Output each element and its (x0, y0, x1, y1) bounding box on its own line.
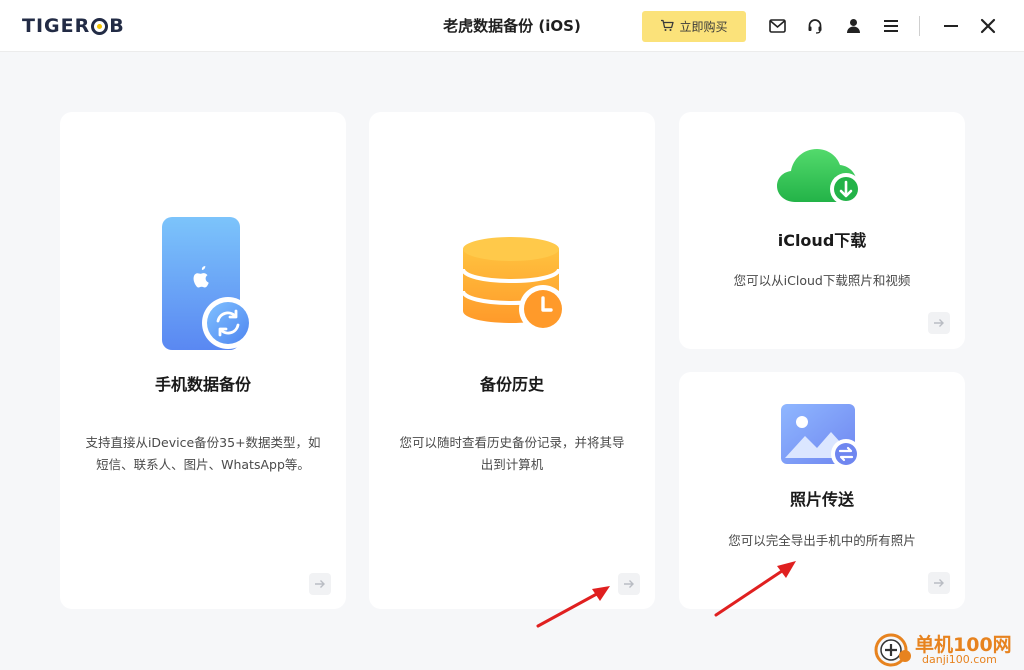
minimize-icon[interactable] (941, 16, 961, 36)
logo-ring-icon (91, 17, 109, 35)
title-bar: TIGER B 老虎数据备份 (iOS) 立即购买 (0, 0, 1024, 52)
card-description: 您可以随时查看历史备份记录，并将其导 出到计算机 (379, 432, 645, 476)
card-phone-backup[interactable]: 手机数据备份 支持直接从iDevice备份35+数据类型，如 短信、联系人、图片… (60, 112, 346, 609)
arrow-right-button[interactable] (618, 573, 640, 595)
card-description: 您可以从iCloud下载照片和视频 (733, 273, 911, 288)
card-description-line: 短信、联系人、图片、WhatsApp等。 (96, 457, 310, 472)
arrow-right-icon (934, 579, 944, 587)
logo-text-tiger: TIGER (22, 15, 91, 37)
arrow-right-icon (624, 580, 634, 588)
buy-now-label: 立即购买 (679, 20, 728, 34)
danji100-watermark: 单机100网 danji100.com (870, 630, 1020, 670)
toolbar-divider (919, 16, 920, 36)
card-title: 照片传送 (789, 490, 854, 509)
mail-icon[interactable] (767, 16, 787, 36)
card-title: 备份历史 (479, 375, 544, 394)
card-icloud-download[interactable]: iCloud下载 您可以从iCloud下载照片和视频 (679, 112, 965, 349)
card-title: 手机数据备份 (154, 375, 251, 394)
user-icon[interactable] (843, 16, 863, 36)
card-description: 您可以完全导出手机中的所有照片 (728, 533, 916, 548)
arrow-right-button[interactable] (928, 312, 950, 334)
headset-icon[interactable] (805, 16, 825, 36)
red-annotation-arrow (536, 586, 610, 628)
buy-now-button[interactable]: 立即购买 (642, 11, 746, 42)
card-backup-history[interactable]: 备份历史 您可以随时查看历史备份记录，并将其导 出到计算机 (369, 112, 655, 609)
app-title: 老虎数据备份 (iOS) (443, 17, 581, 35)
card-description-line: 您可以随时查看历史备份记录，并将其导 (399, 435, 625, 450)
arrow-right-icon (934, 319, 944, 327)
tigerdb-logo: TIGER B (22, 14, 125, 38)
phone-backup-icon (160, 215, 256, 359)
card-description-line: 支持直接从iDevice备份35+数据类型，如 (85, 435, 321, 450)
arrow-right-button[interactable] (928, 572, 950, 594)
arrow-right-icon (315, 580, 325, 588)
photo-transfer-icon (780, 402, 862, 474)
watermark-logo-icon (874, 633, 911, 667)
card-description: 支持直接从iDevice备份35+数据类型，如 短信、联系人、图片、WhatsA… (70, 432, 336, 476)
arrow-right-button[interactable] (309, 573, 331, 595)
close-icon[interactable] (978, 16, 998, 36)
menu-icon[interactable] (881, 16, 901, 36)
cloud-download-icon (775, 144, 867, 212)
card-title: iCloud下载 (777, 231, 867, 250)
logo-text-b: B (109, 15, 125, 37)
database-history-icon (461, 235, 571, 339)
card-description-line: 出到计算机 (480, 457, 544, 472)
cart-icon (660, 19, 675, 35)
watermark-url: danji100.com (922, 653, 997, 666)
red-annotation-arrow (714, 561, 796, 617)
